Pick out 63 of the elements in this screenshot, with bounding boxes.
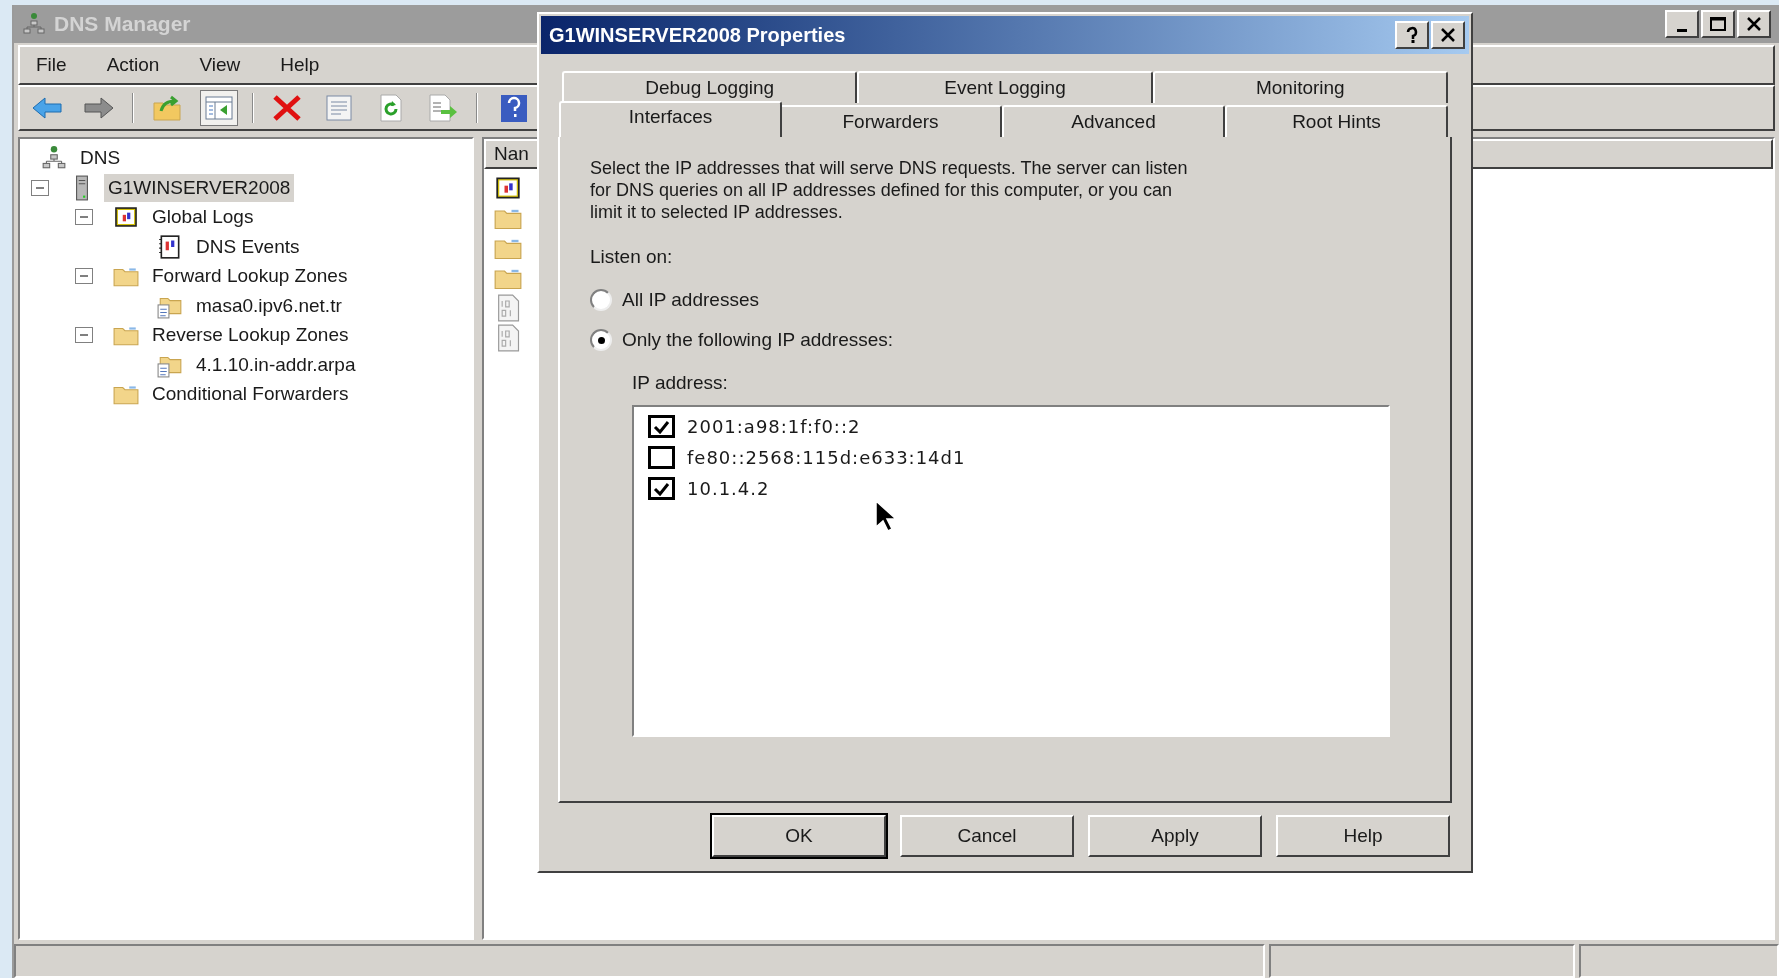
menu-item[interactable]: View (199, 50, 241, 80)
properties-icon (323, 93, 355, 123)
radio-label: Only the following IP addresses: (622, 328, 894, 352)
dialog-button[interactable]: Help (1276, 815, 1450, 857)
dialog-button[interactable]: Apply (1088, 815, 1262, 857)
tree-item[interactable]: 4.1.10.in-addr.arpa (192, 350, 360, 379)
tree-item[interactable]: Global Logs (148, 203, 258, 232)
tab[interactable]: Debug Logging (562, 71, 858, 103)
window-title: DNS Manager (54, 11, 191, 38)
tree-item[interactable]: Reverse Lookup Zones (148, 321, 353, 350)
tree-item[interactable]: DNS Events (192, 232, 304, 261)
ip-address: 2001:a98:1f:f0::2 (687, 415, 861, 439)
network-icon (41, 145, 67, 171)
description: Select the IP addresses that will serve DNS requests. The server can listen for DNS queries on all IP addresses defined for this computer, or you can limit it to selected IP addresses. (590, 157, 1189, 223)
menu-item[interactable]: Help (280, 50, 320, 80)
collapse-toggle[interactable] (31, 179, 49, 196)
tree-item[interactable]: DNS (76, 143, 125, 173)
minimize-button[interactable] (1665, 10, 1699, 38)
checkbox[interactable] (648, 446, 675, 469)
tree-item[interactable]: Forward Lookup Zones (148, 262, 352, 291)
tree-item[interactable]: masa0.ipv6.net.tr (192, 291, 346, 320)
menu-item[interactable]: Action (106, 50, 160, 80)
ip-address: 10.1.4.2 (687, 477, 770, 501)
collapse-toggle[interactable] (75, 209, 93, 226)
collapse-toggle[interactable] (75, 327, 93, 344)
dialog-button[interactable]: Cancel (900, 815, 1074, 857)
export-list-icon (427, 93, 459, 123)
checkmark-icon (653, 481, 670, 496)
radio-label: All IP addresses (622, 287, 759, 312)
folder-up-icon (151, 93, 183, 123)
close-icon (1440, 28, 1456, 42)
close-icon (1746, 17, 1762, 31)
collapse-toggle[interactable] (75, 268, 93, 285)
ip-label: IP address: (632, 370, 729, 395)
checkmark-icon (653, 419, 670, 434)
tab[interactable]: Monitoring (1152, 71, 1448, 103)
menu-item[interactable]: File (36, 50, 67, 80)
maximize-icon (1709, 16, 1727, 32)
maximize-button[interactable] (1701, 10, 1735, 38)
delete-icon (271, 93, 303, 123)
minimize-icon (1677, 28, 1687, 32)
dialog-button[interactable]: OK (712, 815, 886, 857)
console-tree-icon (203, 93, 235, 123)
tab[interactable]: Event Logging (857, 71, 1153, 103)
close-button[interactable] (1431, 21, 1465, 49)
tab[interactable]: Interfaces (559, 101, 782, 137)
listen-label: Listen on: (590, 245, 674, 269)
tab[interactable]: Advanced (1002, 105, 1225, 137)
tab[interactable]: Forwarders (779, 105, 1002, 137)
checkbox[interactable] (648, 415, 675, 438)
ip-address: fe80::2568:115d:e633:14d1 (687, 446, 966, 470)
radio-button[interactable] (590, 329, 612, 352)
checkbox[interactable] (648, 477, 675, 500)
dialog-title: G1WINSERVER2008 Properties (549, 23, 846, 48)
question-mark-icon (1405, 26, 1419, 44)
tab[interactable]: Root Hints (1225, 105, 1448, 137)
network-icon (22, 12, 46, 36)
tree-item[interactable]: Conditional Forwarders (148, 380, 353, 409)
help-button[interactable] (1395, 21, 1429, 49)
close-button[interactable] (1737, 10, 1771, 38)
radio-button[interactable] (590, 288, 612, 311)
tree-item[interactable]: G1WINSERVER2008 (104, 173, 295, 202)
toolbar-button[interactable] (200, 90, 238, 126)
